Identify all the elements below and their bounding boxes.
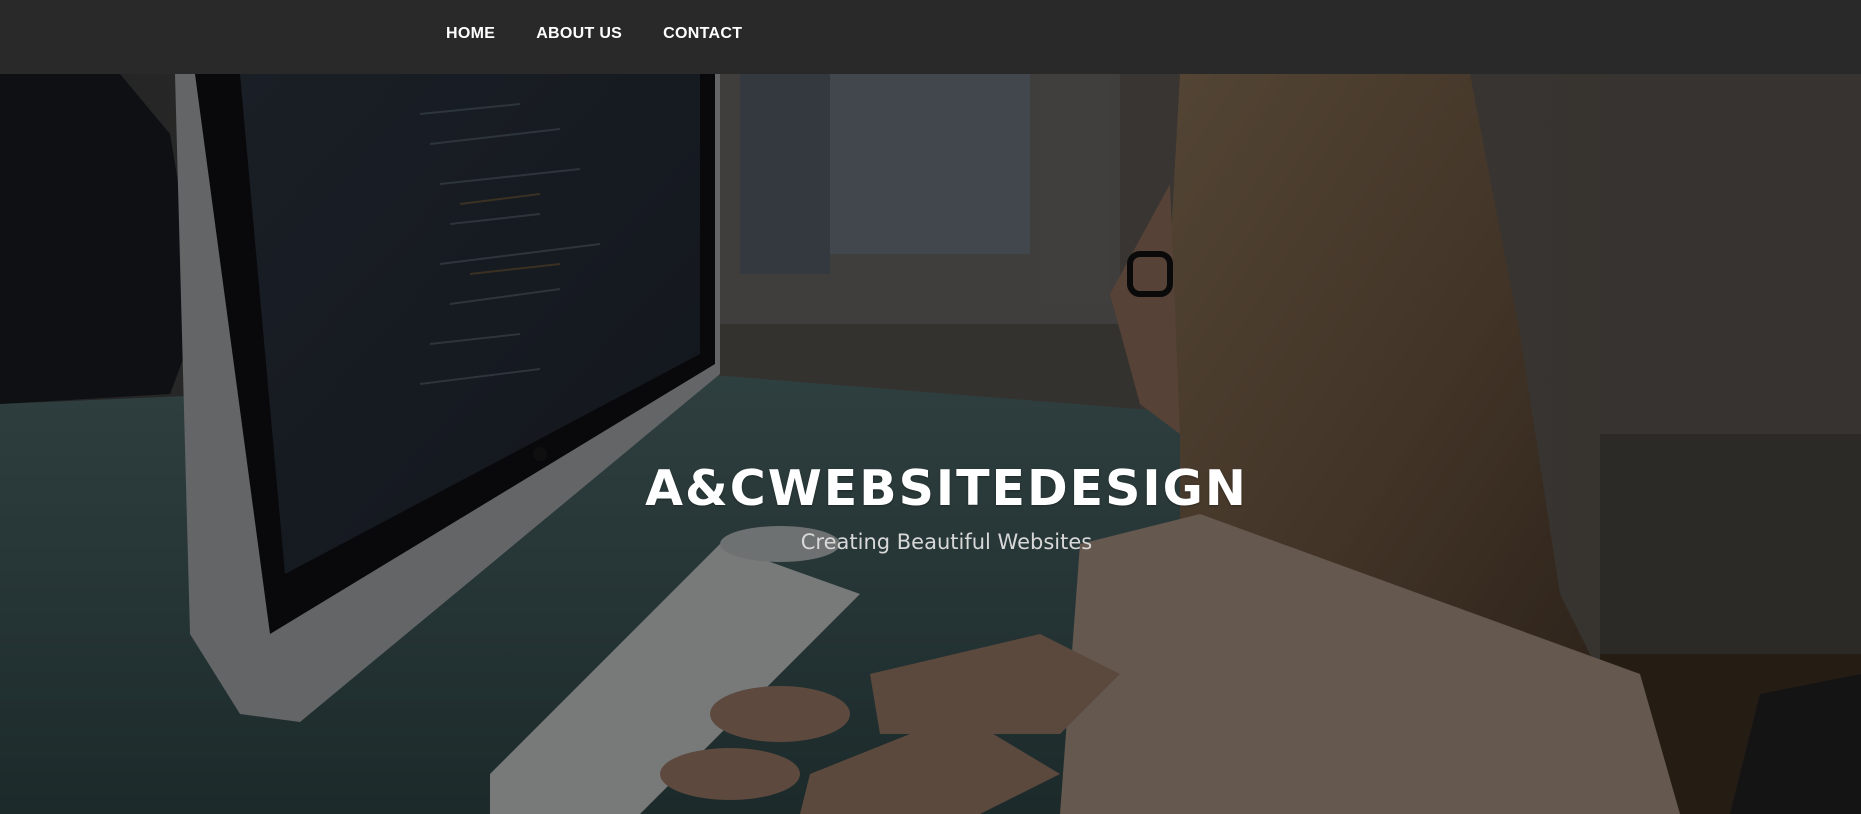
hero-banner: A&CWEBSITEDESIGN Creating Beautiful Webs… xyxy=(0,74,1861,814)
site-title: A&CWEBSITEDESIGN xyxy=(645,460,1248,517)
nav-link-about-us[interactable]: ABOUT US xyxy=(536,25,622,43)
nav-link-contact[interactable]: CONTACT xyxy=(663,25,742,43)
nav-link-home[interactable]: HOME xyxy=(446,25,495,43)
hero-background-image xyxy=(0,74,1861,814)
main-menu: HOME ABOUT US CONTACT xyxy=(446,0,742,68)
top-navigation-bar: HOME ABOUT US CONTACT xyxy=(0,0,1861,74)
site-tagline: Creating Beautiful Websites xyxy=(800,530,1093,554)
